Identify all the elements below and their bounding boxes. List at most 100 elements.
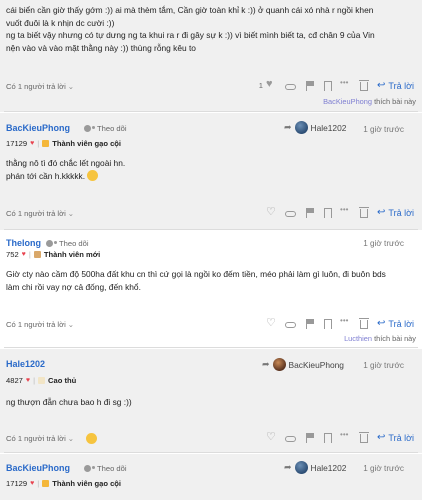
- heart-icon[interactable]: [266, 205, 276, 218]
- comment-body: thằng nô tì đó chắc lết ngoài hn. phán t…: [6, 158, 126, 181]
- chevron-down-icon: ⌄: [67, 320, 75, 329]
- liked-by-user[interactable]: Lucthien: [344, 334, 372, 343]
- heart-icon[interactable]: [266, 78, 276, 91]
- person-plus-icon: [46, 240, 57, 247]
- rank-badge-icon: [42, 480, 50, 487]
- bookmark-icon[interactable]: [324, 80, 333, 91]
- grin-emoji-icon: [87, 169, 99, 181]
- post-time: 1 giờ trước: [363, 125, 404, 134]
- liked-by: Lucthien thích bài này: [344, 334, 416, 343]
- post-actions: 1 ↩Trả lời: [258, 78, 414, 92]
- reply-button[interactable]: ↩ Trả lời: [377, 318, 414, 329]
- author-name[interactable]: BacKieuPhong: [6, 123, 70, 133]
- chevron-down-icon: ⌄: [67, 82, 75, 91]
- post-actions: ↩Trả lời: [266, 316, 414, 330]
- post-actions: ↩Trả lời: [266, 430, 414, 444]
- person-plus-icon: [84, 125, 95, 132]
- user-stats: 17129 ♥ | Thành viên gạo cội: [6, 479, 122, 488]
- comment-body: ng thượn đẫn chưa bao h đi sg :)): [6, 397, 132, 407]
- reply-button[interactable]: ↩ Trả lời: [377, 207, 414, 218]
- bookmark-icon[interactable]: [324, 207, 333, 218]
- replies-toggle[interactable]: Có 1 người trả lời ⌄: [6, 320, 74, 329]
- avatar: [294, 461, 308, 474]
- flag-icon[interactable]: [305, 80, 315, 91]
- comment-post: Hale1202 ➦ BacKieuPhong 1 giờ trước 4827…: [0, 349, 422, 453]
- follow-button[interactable]: Theo dõi: [84, 464, 127, 473]
- comment-post: BacKieuPhong Theo dõi ➦ Hale1202 1 giờ t…: [0, 113, 422, 230]
- reply-arrow-icon: ↩: [377, 80, 386, 91]
- more-icon[interactable]: [340, 316, 351, 329]
- divider: [4, 347, 418, 348]
- rank-badge-icon: [38, 377, 46, 384]
- liked-by: BacKieuPhong thích bài này: [323, 97, 416, 106]
- author-name[interactable]: BacKieuPhong: [6, 463, 70, 473]
- reply-arrow-icon: ↩: [377, 207, 386, 218]
- rank-badge-icon: [42, 140, 50, 147]
- user-stats: 4827 ♥ | Cao thủ: [6, 376, 77, 385]
- heart-icon: ♥: [21, 251, 26, 258]
- reply-button[interactable]: ↩ Trả lời: [377, 432, 414, 443]
- comment-post: BacKieuPhong Theo dõi ➦ Hale1202 1 giờ t…: [0, 454, 422, 500]
- replies-toggle[interactable]: Có 1 người trả lời ⌄: [6, 82, 74, 91]
- liked-by-user[interactable]: BacKieuPhong: [323, 97, 372, 106]
- reply-to[interactable]: ➦ Hale1202: [284, 461, 346, 474]
- divider: [4, 452, 418, 453]
- link-icon[interactable]: [285, 435, 297, 442]
- heart-icon[interactable]: [266, 316, 276, 329]
- heart-icon[interactable]: [266, 430, 276, 443]
- link-icon[interactable]: [285, 321, 297, 328]
- reaction-emoji-icon[interactable]: [86, 433, 97, 444]
- bookmark-icon[interactable]: [324, 318, 333, 329]
- trash-icon[interactable]: [359, 79, 370, 91]
- link-icon[interactable]: [285, 83, 297, 90]
- reply-arrow-icon: ➦: [262, 359, 270, 369]
- flag-icon[interactable]: [305, 207, 315, 218]
- reply-button[interactable]: ↩ Trả lời: [377, 80, 414, 91]
- avatar: [294, 121, 308, 134]
- more-icon[interactable]: [340, 205, 351, 218]
- trash-icon[interactable]: [359, 206, 370, 218]
- divider: [4, 229, 418, 230]
- bookmark-icon[interactable]: [324, 432, 333, 443]
- chevron-down-icon: ⌄: [67, 434, 75, 443]
- follow-button[interactable]: Theo dõi: [46, 239, 89, 248]
- heart-icon: ♥: [30, 480, 35, 487]
- author-name[interactable]: Thelong: [6, 238, 41, 248]
- trash-icon[interactable]: [359, 317, 370, 329]
- replies-toggle[interactable]: Có 1 người trả lời ⌄: [6, 434, 74, 443]
- user-stats: 752 ♥ | Thành viên mới: [6, 250, 101, 259]
- replies-toggle[interactable]: Có 1 người trả lời ⌄: [6, 209, 74, 218]
- avatar: [272, 358, 286, 371]
- chevron-down-icon: ⌄: [67, 209, 75, 218]
- follow-button[interactable]: Theo dõi: [84, 124, 127, 133]
- person-plus-icon: [84, 465, 95, 472]
- post-time: 1 giờ trước: [363, 361, 404, 370]
- comment-post: Thelong Theo dõi 1 giờ trước 752 ♥ | Thành …: [0, 231, 422, 348]
- flag-icon[interactable]: [305, 318, 315, 329]
- reply-to[interactable]: ➦ Hale1202: [284, 121, 346, 134]
- heart-icon: ♥: [25, 377, 31, 384]
- rank-badge-icon: [33, 251, 41, 258]
- user-stats: 17129 ♥ | Thành viên gạo cội: [6, 139, 122, 148]
- reply-arrow-icon: ↩: [377, 432, 386, 443]
- post-actions: ↩Trả lời: [266, 205, 414, 219]
- reply-arrow-icon: ➦: [284, 462, 292, 472]
- comment-body: Giờ cty nào cầm độ 500ha đất khu cn thì …: [6, 269, 386, 292]
- reply-arrow-icon: ↩: [377, 318, 386, 329]
- author-name[interactable]: Hale1202: [6, 359, 45, 369]
- divider: [4, 111, 418, 112]
- more-icon[interactable]: [340, 78, 351, 91]
- link-icon[interactable]: [285, 210, 297, 217]
- post-time: 1 giờ trước: [363, 239, 404, 248]
- comment-post: cái biển cần giờ thấy gớm :)) ai mà thèm…: [0, 0, 422, 112]
- flag-icon[interactable]: [305, 432, 315, 443]
- comment-thread: cái biển cần giờ thấy gớm :)) ai mà thèm…: [0, 0, 422, 500]
- post-time: 1 giờ trước: [363, 464, 404, 473]
- more-icon[interactable]: [340, 430, 351, 443]
- like-count: 1: [258, 81, 264, 90]
- trash-icon[interactable]: [359, 431, 370, 443]
- reply-to[interactable]: ➦ BacKieuPhong: [262, 358, 344, 371]
- reply-arrow-icon: ➦: [284, 122, 292, 132]
- comment-body: cái biển cần giờ thấy gớm :)) ai mà thèm…: [6, 5, 375, 53]
- heart-icon: ♥: [30, 140, 35, 147]
